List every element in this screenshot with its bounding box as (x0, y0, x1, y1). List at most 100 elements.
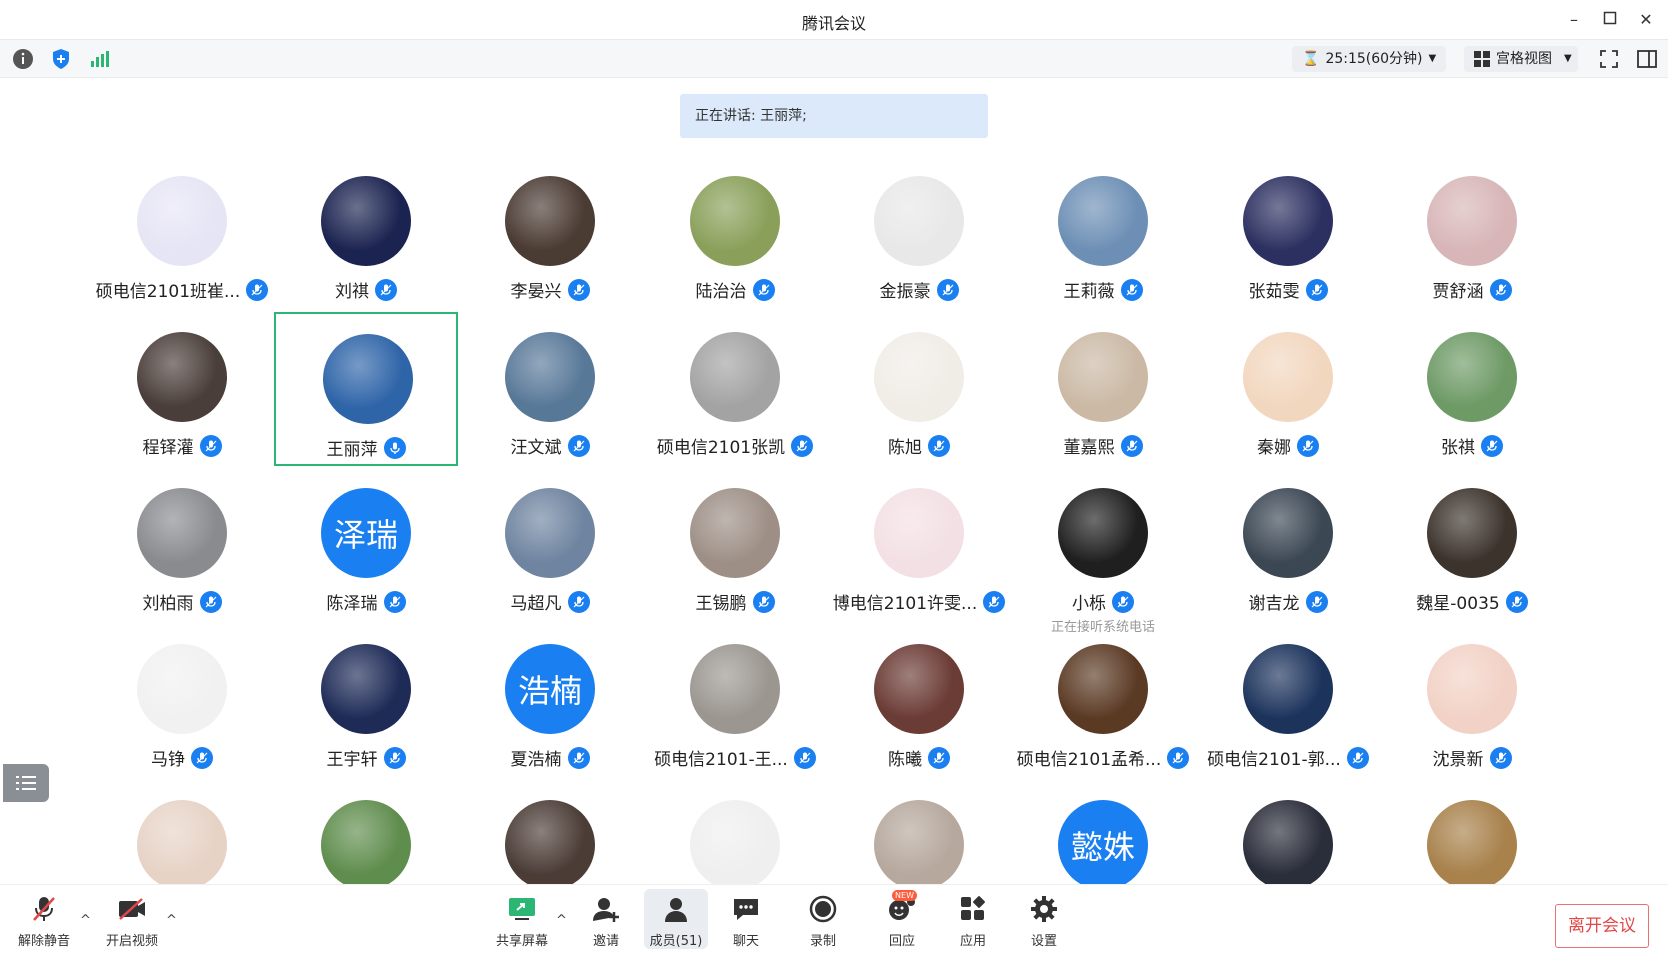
participant-tile[interactable]: 泽瑞 陈泽瑞 (274, 468, 458, 622)
participant-tile[interactable]: 马超凡 (458, 468, 642, 622)
participant-name-row: 博电信2101许雯... (827, 589, 1011, 614)
participant-tile[interactable]: 王莉薇 (1011, 156, 1195, 310)
ultraman-avatar (137, 488, 227, 578)
participant-tile[interactable] (274, 780, 458, 884)
mic-muted-icon (567, 746, 590, 769)
participant-tile[interactable]: 秦娜 (1196, 312, 1380, 466)
participant-tile[interactable]: 博电信2101许雯... (827, 468, 1011, 622)
window-title: 腾讯会议 (801, 14, 866, 33)
participant-tile[interactable]: 刘柏雨 (90, 468, 274, 622)
sidebar-toggle-icon[interactable] (1634, 46, 1660, 72)
participant-tile[interactable]: 谢吉龙 (1196, 468, 1380, 622)
reply-button[interactable]: NEW 回应 (870, 889, 934, 949)
audio-options-chevron-icon[interactable]: ^ (80, 913, 91, 928)
sketch-cat-avatar (690, 800, 780, 884)
invite-button[interactable]: 邀请 (574, 889, 638, 949)
hourglass-icon: ⌛ (1302, 51, 1320, 67)
kid-sunglasses-avatar (690, 176, 780, 266)
participant-tile[interactable]: 金振豪 (827, 156, 1011, 310)
participant-tile[interactable] (90, 780, 274, 884)
mic-muted-icon (1505, 590, 1528, 613)
participant-tile[interactable]: 魏星-0035 (1380, 468, 1564, 622)
list-view-icon[interactable] (3, 764, 49, 802)
participant-name-row: 王莉薇 (1011, 277, 1195, 302)
participant-tile[interactable]: 硕电信2101孟希... (1011, 624, 1195, 778)
participant-tile[interactable]: 陈曦 (827, 624, 1011, 778)
participant-tile[interactable]: 沈景新 (1380, 624, 1564, 778)
boy-avatar (1427, 488, 1517, 578)
participant-name-row: 沈景新 (1380, 745, 1564, 770)
participant-name-row: 陈旭 (827, 433, 1011, 458)
participant-name-row: 硕电信2101-王... (643, 745, 827, 770)
participant-tile[interactable] (1196, 780, 1380, 884)
participant-tile[interactable]: 硕电信2101张凯 (643, 312, 827, 466)
chat-button[interactable]: 聊天 (714, 889, 778, 949)
participant-tile[interactable] (1380, 780, 1564, 884)
text-avatar: 懿姝 (1058, 800, 1148, 884)
maximize-icon[interactable] (1600, 10, 1620, 30)
participant-tile[interactable] (827, 780, 1011, 884)
tiger-avatar (1427, 800, 1517, 884)
info-icon[interactable] (10, 46, 36, 72)
participant-tile[interactable] (458, 780, 642, 884)
participant-tile[interactable]: 浩楠 夏浩楠 (458, 624, 642, 778)
text-avatar: 泽瑞 (321, 488, 411, 578)
fullscreen-icon[interactable] (1596, 46, 1622, 72)
participant-tile[interactable]: 王锡鹏 (643, 468, 827, 622)
participant-name: 王宇轩 (326, 750, 378, 770)
participant-tile[interactable]: 陆治治 (643, 156, 827, 310)
participant-tile[interactable]: 硕电信2101-王... (643, 624, 827, 778)
participant-name-row: 硕电信2101班崔... (90, 277, 274, 302)
video-options-chevron-icon[interactable]: ^ (166, 913, 177, 928)
participant-tile[interactable]: 程铎灌 (90, 312, 274, 466)
child-window-avatar (505, 176, 595, 266)
close-icon[interactable]: ✕ (1636, 10, 1656, 30)
share-options-chevron-icon[interactable]: ^ (556, 913, 567, 928)
participant-tile[interactable]: 懿姝 (1011, 780, 1195, 884)
signal-strength-icon[interactable] (86, 46, 112, 72)
participant-name: 马超凡 (510, 594, 562, 614)
participant-name: 硕电信2101孟希... (1016, 750, 1162, 770)
share-screen-label: 共享屏幕 (495, 934, 548, 949)
members-button[interactable]: 成员(51) (644, 889, 708, 949)
participant-tile[interactable]: 李晏兴 (458, 156, 642, 310)
participant-name: 沈景新 (1432, 750, 1484, 770)
bowl-avatar (1058, 332, 1148, 422)
moon-avatar (321, 176, 411, 266)
smiling-boy-avatar (505, 800, 595, 884)
participant-tile[interactable]: 小栎 正在接听系统电话 (1011, 468, 1195, 635)
mic-muted-icon (1120, 278, 1143, 301)
participant-tile[interactable]: 硕电信2101班崔... (90, 156, 274, 310)
participant-tile[interactable]: 王丽萍 (274, 312, 458, 466)
participant-tile[interactable]: 张茹雯 (1196, 156, 1380, 310)
participant-tile[interactable]: 张祺 (1380, 312, 1564, 466)
record-button[interactable]: 录制 (791, 889, 855, 949)
participant-tile[interactable]: 刘祺 (274, 156, 458, 310)
invite-label: 邀请 (592, 934, 619, 949)
muted-mic-icon (33, 897, 55, 921)
settings-button[interactable]: 设置 (1012, 889, 1076, 949)
participant-tile[interactable]: 汪文斌 (458, 312, 642, 466)
leave-meeting-button[interactable]: 离开会议 (1555, 904, 1649, 948)
participant-tile[interactable]: 硕电信2101-郭... (1196, 624, 1380, 778)
participant-tile[interactable]: 王宇轩 (274, 624, 458, 778)
participant-tile[interactable]: 马铮 (90, 624, 274, 778)
mic-muted-icon (383, 590, 406, 613)
participant-name: 王丽萍 (326, 440, 378, 460)
meeting-timer[interactable]: ⌛ 25:15(60分钟) ▼ (1292, 46, 1447, 72)
participant-name-row: 秦娜 (1196, 433, 1380, 458)
share-screen-button[interactable]: 共享屏幕 (490, 889, 554, 949)
participant-tile[interactable]: 陈旭 (827, 312, 1011, 466)
grid-view-button[interactable]: 宫格视图 ▼ (1464, 46, 1578, 72)
participant-tile[interactable]: 董嘉熙 (1011, 312, 1195, 466)
unmute-button[interactable]: 解除静音 (12, 889, 76, 949)
security-shield-icon[interactable] (48, 46, 74, 72)
participant-name-row: 贾舒涵 (1380, 277, 1564, 302)
participant-name-row: 马超凡 (458, 589, 642, 614)
mic-muted-icon (1481, 434, 1503, 457)
start-video-button[interactable]: 开启视频 (100, 889, 164, 949)
minimize-icon[interactable]: – (1564, 10, 1584, 30)
apps-button[interactable]: 应用 (941, 889, 1005, 949)
participant-tile[interactable] (643, 780, 827, 884)
participant-tile[interactable]: 贾舒涵 (1380, 156, 1564, 310)
